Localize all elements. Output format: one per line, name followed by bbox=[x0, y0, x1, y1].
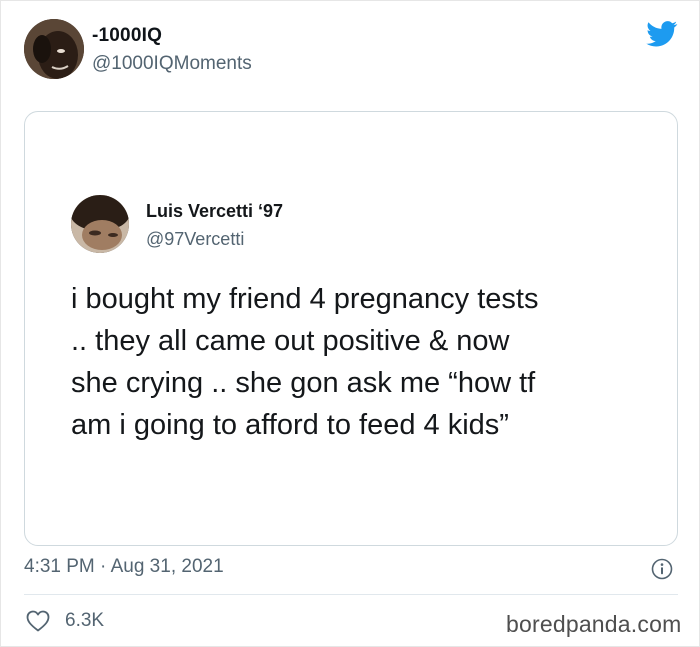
tweet-header: -1000IQ @1000IQMoments bbox=[24, 19, 684, 83]
quoted-author-avatar[interactable] bbox=[71, 195, 129, 253]
divider bbox=[24, 594, 678, 595]
quoted-tweet[interactable]: Luis Vercetti ‘97 @97Vercetti i bought m… bbox=[24, 111, 678, 546]
twitter-bird-icon[interactable] bbox=[646, 21, 678, 47]
tweet-card: -1000IQ @1000IQMoments Luis Vercetti ‘97… bbox=[0, 0, 700, 647]
info-icon[interactable] bbox=[651, 558, 673, 580]
author-display-name[interactable]: -1000IQ bbox=[92, 25, 162, 47]
heart-icon[interactable] bbox=[26, 610, 50, 632]
author-avatar[interactable] bbox=[24, 19, 84, 79]
quoted-tweet-text: i bought my friend 4 pregnancy tests .. … bbox=[71, 283, 539, 441]
quoted-author-display-name[interactable]: Luis Vercetti ‘97 bbox=[146, 201, 283, 222]
watermark: boredpanda.com bbox=[506, 611, 682, 637]
like-count: 6.3K bbox=[65, 610, 105, 631]
tweet-timestamp[interactable]: 4:31 PM · Aug 31, 2021 bbox=[24, 556, 224, 578]
author-handle[interactable]: @1000IQMoments bbox=[92, 53, 252, 75]
quoted-author-handle[interactable]: @97Vercetti bbox=[146, 229, 244, 250]
